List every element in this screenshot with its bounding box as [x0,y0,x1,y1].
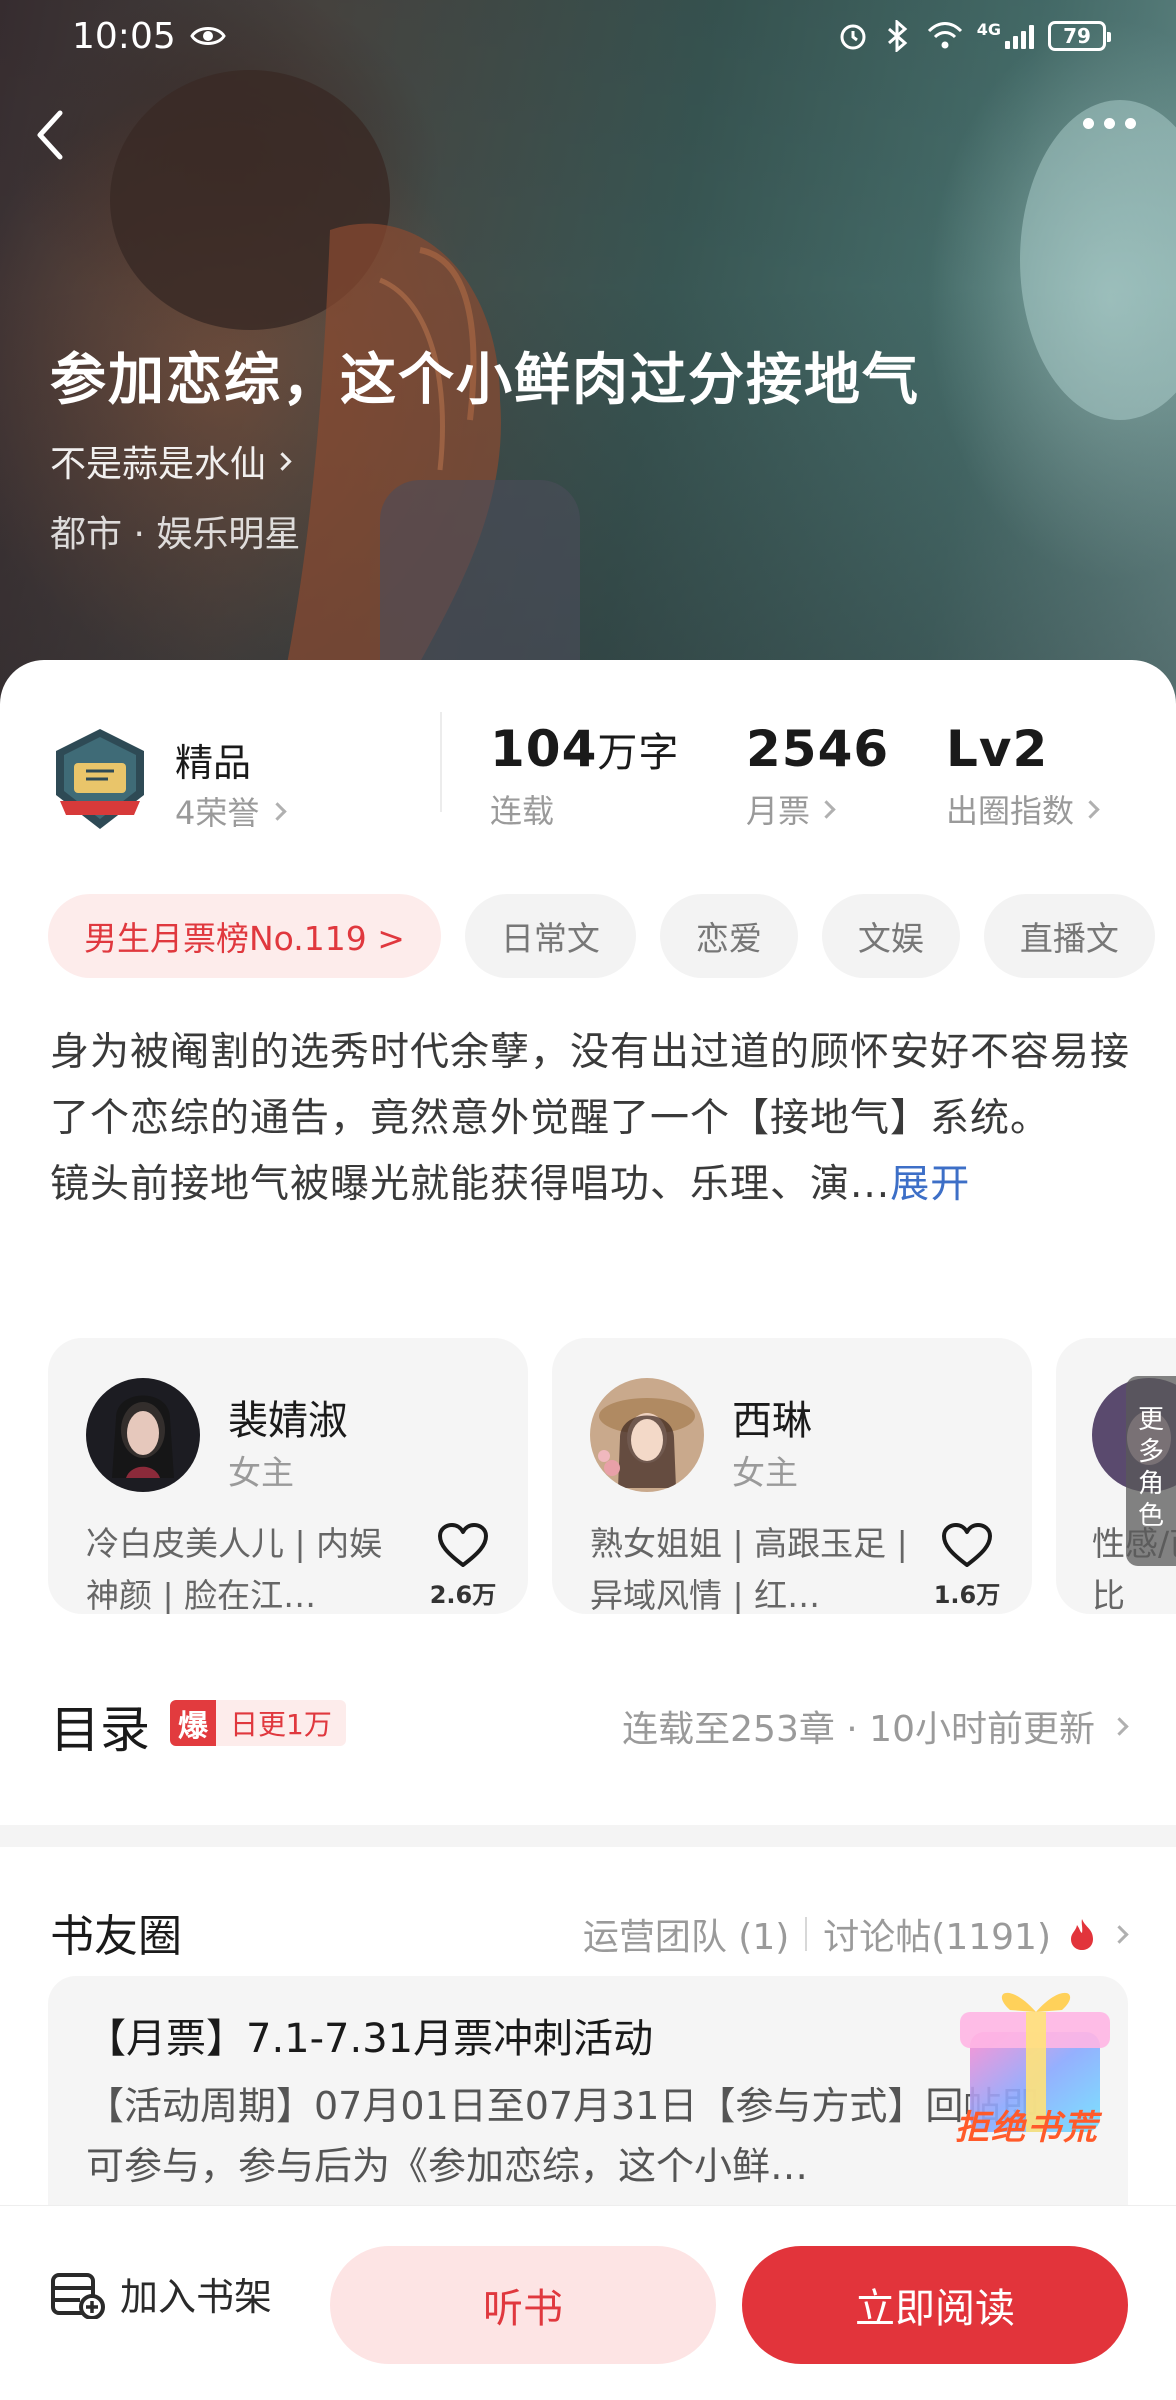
character-desc: 熟女姐姐 | 高跟玉足 | 异域风情 | 红… [590,1524,908,1614]
tag-chip[interactable]: 直播文 [983,894,1155,978]
character-name: 裴婧淑 [228,1398,348,1444]
signal-icon [1005,23,1034,49]
discussion-posts-link[interactable]: 讨论帖(1191) [823,1908,1051,1960]
promo-label[interactable]: 拒绝书荒 [955,2100,1099,2149]
heart-icon [438,1523,488,1567]
more-characters-button[interactable]: 更多角色 [1126,1376,1176,1566]
post-title: 【月票】7.1-7.31月票冲刺活动 [86,2016,654,2062]
catalog-status: 连载至253章 · 10小时前更新 [622,1700,1129,1752]
tag-list: 男生月票榜No.119 > 日常文 恋爱 文娱 直播文 [48,894,1155,978]
back-arrow-icon[interactable] [30,105,70,165]
character-role: 女主 [732,1453,798,1492]
chevron-right-icon [1110,1924,1129,1944]
character-desc: 冷白皮美人儿 | 内娱神颜 | 脸在江… [86,1524,383,1614]
read-now-button[interactable]: 立即阅读 [742,2246,1128,2364]
serial-status: 连载 [490,792,555,830]
rank-tag[interactable]: 男生月票榜No.119 > [48,894,441,978]
book-title: 参加恋综，这个小鲜肉过分接地气 [50,347,920,413]
character-list: 裴婧淑 女主 冷白皮美人儿 | 内娱神颜 | 脸在江… 2.6万 西琳 女主 熟… [48,1338,1176,1614]
divider [805,1917,808,1951]
bottom-action-bar: 加入书架 听书 立即阅读 [0,2205,1176,2400]
battery-icon: 79 [1048,21,1111,51]
honor-link[interactable]: 4荣誉 [175,788,288,834]
catalog-title: 目录 [50,1701,150,1759]
book-genre: 都市 · 娱乐明星 [50,514,301,555]
character-role: 女主 [228,1453,294,1492]
expand-link[interactable]: 展开 [890,1162,970,1207]
popularity-stat[interactable]: Lv2 出圈指数 [946,720,1100,832]
author-name: 不是蒜是水仙 [50,444,267,485]
like-count: 2.6万 [429,1581,497,1609]
chevron-right-icon [1110,1716,1129,1736]
battery-level: 79 [1063,24,1091,48]
honor-title: 精品 [175,741,252,785]
word-count-value: 104 [490,720,598,778]
synopsis[interactable]: 身为被阉割的选秀时代余孽，没有出过道的顾怀安好不容易接了个恋综的通告，竟然意外觉… [50,1020,1130,1218]
word-count-stat: 104万字 连载 [490,720,679,832]
stats-divider [440,712,442,812]
bookshelf-add-icon [51,2272,105,2319]
status-time: 10:05 [72,16,226,57]
character-avatar [86,1378,200,1492]
character-avatar [590,1378,704,1492]
word-count-unit: 万字 [597,730,680,776]
book-detail-sheet: 精品 4荣誉 104万字 连载 2546 月票 Lv2 出圈指数 男生月票榜No… [0,660,1176,2400]
like-button[interactable]: 1.6万 [932,1523,1002,1610]
character-card[interactable]: 西琳 女主 熟女姐姐 | 高跟玉足 | 异域风情 | 红… 1.6万 [552,1338,1032,1614]
tag-chip[interactable]: 文娱 [821,894,960,978]
monthly-votes-stat[interactable]: 2546 月票 [746,720,889,832]
eye-icon [189,27,226,45]
monthly-votes-value: 2546 [746,720,890,778]
post-body: 【活动周期】07月01日至07月31日【参与方式】回帖即可参与，参与后为《参加恋… [86,2084,1040,2188]
tag-chip[interactable]: 恋爱 [659,894,798,978]
section-divider [0,1825,1176,1847]
chevron-right-icon [1081,799,1100,819]
more-options-icon[interactable] [1083,118,1136,129]
catalog-row[interactable]: 目录 爆 日更1万 连载至253章 · 10小时前更新 [0,1660,1176,1770]
network-type: 4G [976,19,1001,39]
status-icons: 4G 79 [837,19,1111,52]
popularity-label: 出圈指数 [946,792,1075,830]
chevron-right-icon [817,799,836,819]
chapter-status: 连载至253章 · 10小时前更新 [622,1709,1095,1750]
chevron-right-icon [273,451,292,471]
fire-icon [1071,1919,1093,1950]
character-name: 西琳 [732,1398,812,1444]
hot-icon: 爆 [170,1700,216,1746]
tag-chip[interactable]: 日常文 [464,894,636,978]
honor-count: 4荣誉 [175,794,260,832]
book-cover-banner: 10:05 4G 79 参加恋综，这个小鲜肉过分接地气 不是蒜是水仙 都市 · … [0,0,1176,720]
add-to-shelf-button[interactable]: 加入书架 [50,2266,272,2321]
quality-badge-icon [56,729,144,829]
status-bar: 10:05 4G 79 [0,0,1176,72]
like-button[interactable]: 2.6万 [428,1523,498,1610]
popularity-level: Lv2 [946,720,1049,778]
operation-team-link[interactable]: 运营团队 (1) [583,1908,789,1960]
character-card[interactable]: 裴婧淑 女主 冷白皮美人儿 | 内娱神颜 | 脸在江… 2.6万 [48,1338,528,1614]
author-link[interactable]: 不是蒜是水仙 [50,435,292,487]
chevron-right-icon [268,801,288,821]
bluetooth-icon [887,20,908,52]
add-to-shelf-label: 加入书架 [120,2275,273,2319]
book-friends-title: 书友圈 [50,1911,182,1962]
update-badge: 爆 日更1万 [170,1700,346,1746]
clock-text: 10:05 [72,15,176,57]
listen-button[interactable]: 听书 [330,2246,716,2364]
update-badge-text: 日更1万 [216,1700,346,1746]
alarm-icon [840,24,866,50]
book-friends-links[interactable]: 运营团队 (1) 讨论帖(1191) [583,1908,1129,1960]
wifi-icon [927,22,962,49]
heart-icon [942,1523,992,1567]
like-count: 1.6万 [933,1581,1001,1609]
monthly-votes-label: 月票 [746,792,811,830]
